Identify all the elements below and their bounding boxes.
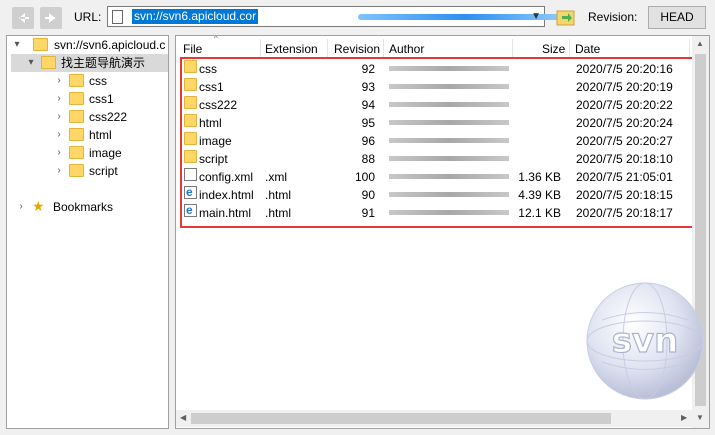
tree-node-label: css — [89, 74, 107, 88]
folder-icon — [33, 38, 48, 51]
tree-node-label: html — [89, 128, 112, 142]
folder-icon — [69, 110, 84, 123]
document-icon — [112, 10, 123, 24]
arrow-left-icon — [19, 13, 29, 23]
tree-node-label: css1 — [89, 92, 114, 106]
folder-icon — [69, 128, 84, 141]
column-header-revision[interactable]: Revision — [334, 40, 380, 58]
column-header-date[interactable]: Date — [575, 40, 600, 58]
chevron-down-icon[interactable]: ▾ — [11, 36, 23, 54]
column-header-extension[interactable]: Extension — [265, 40, 318, 58]
repository-tree: ▾ svn://svn6.apicloud.c ▾ 找主题导航演示 › css › c… — [6, 35, 169, 429]
chevron-down-icon[interactable]: ▾ — [25, 54, 37, 72]
column-header-file[interactable]: File — [183, 40, 202, 58]
column-divider[interactable] — [569, 39, 570, 57]
column-header-author[interactable]: Author — [389, 40, 424, 58]
tree-node-label: 找主题导航演示 — [61, 56, 146, 70]
tree-node-label: svn://svn6.apicloud.c — [54, 38, 166, 52]
go-folder-icon[interactable] — [556, 7, 576, 27]
folder-icon — [69, 146, 84, 159]
chevron-right-icon[interactable]: › — [53, 144, 65, 162]
column-divider[interactable] — [689, 39, 690, 57]
url-value: svn://svn6.apicloud.cor — [132, 9, 259, 24]
tree-node-label: image — [89, 146, 122, 160]
folder-icon — [41, 56, 56, 69]
toolbar: URL: svn://svn6.apicloud.cor ▼ Revision:… — [0, 0, 715, 34]
scroll-up-icon[interactable]: ▲ — [696, 39, 704, 48]
highlight-box — [180, 57, 704, 228]
folder-icon — [69, 74, 84, 87]
chevron-right-icon[interactable]: › — [53, 72, 65, 90]
column-header-size[interactable]: Size — [542, 40, 565, 58]
forward-button[interactable] — [40, 7, 62, 29]
url-input[interactable]: svn://svn6.apicloud.cor ▼ — [107, 6, 573, 27]
scroll-left-icon[interactable]: ◀ — [180, 413, 186, 422]
column-divider[interactable] — [383, 39, 384, 57]
tree-node-label: Bookmarks — [53, 200, 114, 214]
arrow-right-icon — [45, 13, 55, 23]
star-icon: ★ — [32, 198, 45, 214]
scroll-right-icon[interactable]: ▶ — [681, 413, 687, 422]
back-button[interactable] — [12, 7, 34, 29]
column-divider[interactable] — [260, 39, 261, 57]
chevron-right-icon[interactable]: › — [15, 198, 27, 216]
scroll-down-icon[interactable]: ▼ — [696, 413, 704, 422]
tree-node-label: css222 — [89, 110, 128, 124]
chevron-right-icon[interactable]: › — [53, 108, 65, 126]
head-button[interactable]: HEAD — [648, 6, 706, 29]
chevron-right-icon[interactable]: › — [53, 162, 65, 180]
scroll-thumb[interactable] — [191, 413, 611, 424]
watermark-text: svn — [612, 321, 679, 361]
folder-icon — [69, 92, 84, 105]
chevron-right-icon[interactable]: › — [53, 90, 65, 108]
column-divider[interactable] — [512, 39, 513, 57]
sort-up-icon: ^ — [214, 35, 218, 43]
chevron-down-icon[interactable]: ▼ — [531, 11, 541, 22]
folder-icon — [69, 164, 84, 177]
chevron-right-icon[interactable]: › — [53, 126, 65, 144]
tree-node-label: script — [89, 164, 118, 178]
column-divider[interactable] — [327, 39, 328, 57]
horizontal-scrollbar[interactable]: ◀ ▶ — [176, 410, 692, 427]
revision-label: Revision: — [588, 10, 638, 24]
url-label: URL: — [74, 10, 102, 24]
svn-logo: svn — [586, 282, 704, 400]
